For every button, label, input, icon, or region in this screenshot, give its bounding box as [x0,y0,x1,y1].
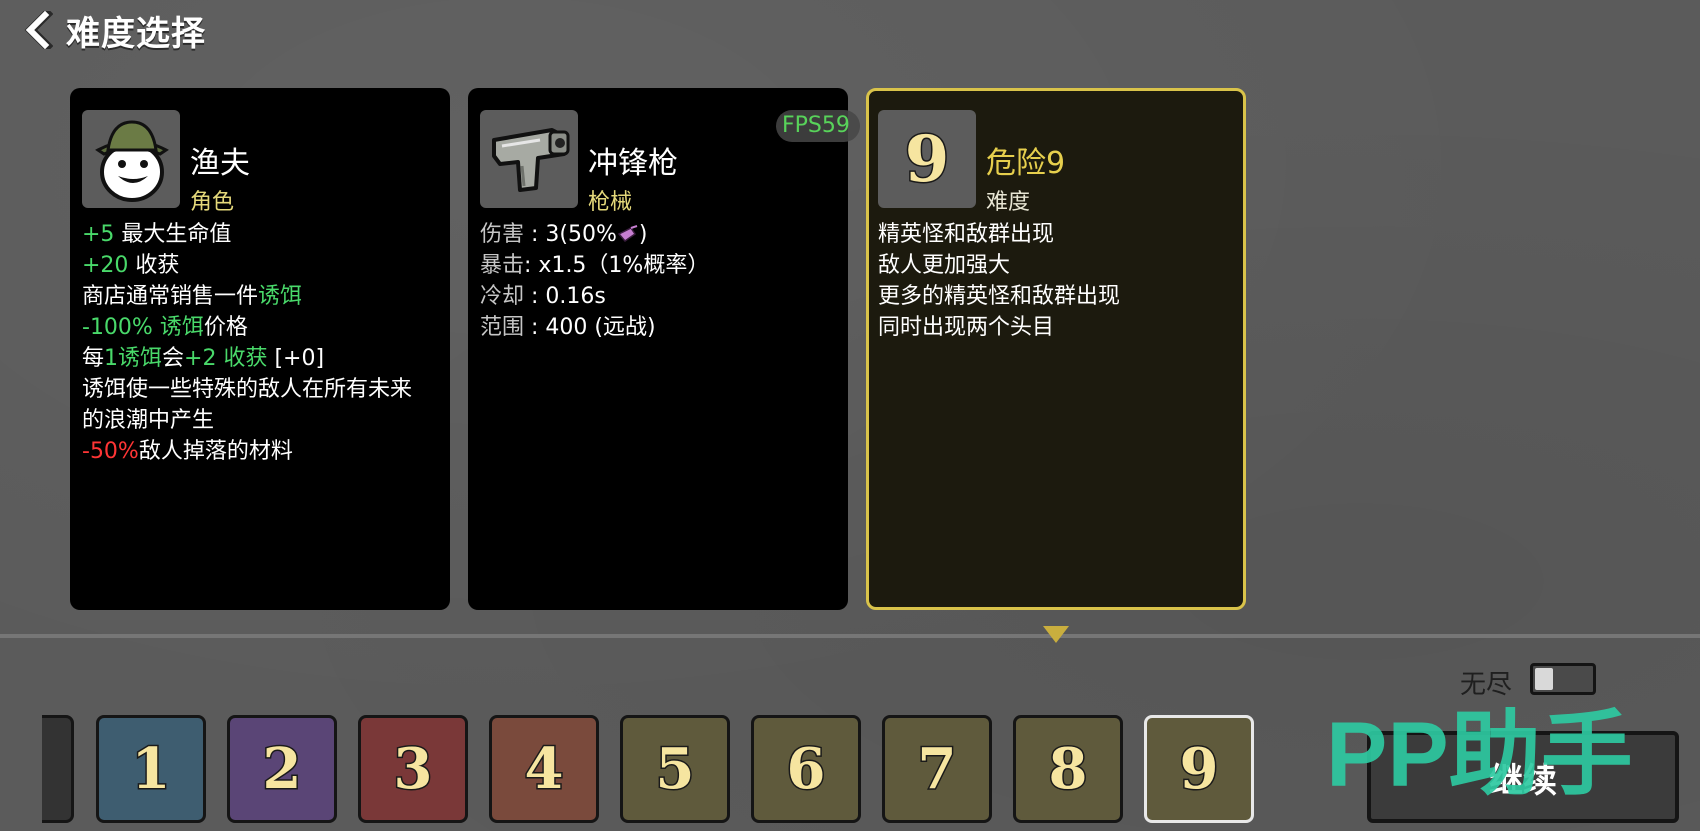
difficulty-tile[interactable]: 2 [227,715,337,823]
smg-weapon-icon [480,110,578,208]
stat-line: 商店通常销售一件诱饵 [82,284,303,309]
difficulty-tile[interactable]: 1 [96,715,206,823]
stat-line: +5 最大生命值 [82,222,232,247]
damage-stat: 伤害 : 3(50%) [480,222,648,247]
difficulty-tile[interactable]: 6 [751,715,861,823]
difficulty-description: 精英怪和敌群出现 敌人更加强大 更多的精英怪和敌群出现 同时出现两个头目 [878,219,1233,343]
difficulty-card: 9 危险9 难度 精英怪和敌群出现 敌人更加强大 更多的精英怪和敌群出现 同时出… [866,88,1246,610]
character-name: 渔夫 [190,146,250,181]
toggle-knob [1535,668,1553,690]
weapon-card: 冲锋枪 枪械 伤害 : 3(50%) 暴击: x1.5（1%概率） 冷却 : 0… [468,88,848,610]
range-stat: 范围 : 400 (远战) [480,315,656,340]
difficulty-name: 危险9 [986,146,1066,181]
ranged-damage-icon [617,225,638,243]
chevron-left-icon [24,11,53,49]
description-line: 同时出现两个头目 [878,315,1055,340]
difficulty-tile-partial[interactable] [42,715,74,823]
weapon-type: 枪械 [588,190,633,215]
difficulty-tile[interactable]: 5 [620,715,730,823]
stat-line: 诱饵使一些特殊的敌人在所有未来 [82,377,413,402]
divider [0,634,1700,638]
character-card: 渔夫 角色 +5 最大生命值 +20 收获 商店通常销售一件诱饵 -100% 诱… [70,88,450,610]
fps-counter: FPS59 [776,110,860,142]
character-stats: +5 最大生命值 +20 收获 商店通常销售一件诱饵 -100% 诱饵价格 每1… [82,219,440,467]
weapon-name: 冲锋枪 [588,146,678,181]
stat-line: 的浪潮中产生 [82,408,215,433]
selection-pointer-icon [1043,626,1069,643]
difficulty-tile[interactable]: 8 [1013,715,1123,823]
cooldown-stat: 冷却 : 0.16s [480,284,606,309]
description-line: 更多的精英怪和敌群出现 [878,284,1121,309]
character-type: 角色 [190,190,235,215]
difficulty-tile[interactable]: 3 [358,715,468,823]
stat-line: -100% 诱饵价格 [82,315,248,340]
crit-stat: 暴击: x1.5（1%概率） [480,253,710,278]
page-title: 难度选择 [66,13,206,54]
continue-button[interactable]: 继续 [1367,731,1679,823]
difficulty-type: 难度 [986,190,1031,215]
difficulty-tile[interactable]: 9 [1144,715,1254,823]
endless-label: 无尽 [1460,670,1513,700]
stat-line: 每1诱饵会+2 收获 [+0] [82,346,325,371]
endless-toggle[interactable] [1530,663,1596,695]
header: 难度选择 [18,8,206,54]
stat-line: -50%敌人掉落的材料 [82,439,293,464]
difficulty-tile[interactable]: 7 [882,715,992,823]
continue-label: 继续 [1489,760,1557,801]
description-line: 敌人更加强大 [878,253,1011,278]
difficulty-tile[interactable]: 4 [489,715,599,823]
description-line: 精英怪和敌群出现 [878,222,1055,247]
fisherman-portrait-icon [82,110,180,208]
difficulty-icon: 9 [878,110,976,208]
weapon-stats: 伤害 : 3(50%) 暴击: x1.5（1%概率） 冷却 : 0.16s 范围… [480,219,838,343]
stat-line: +20 收获 [82,253,180,278]
back-button[interactable] [18,8,58,52]
